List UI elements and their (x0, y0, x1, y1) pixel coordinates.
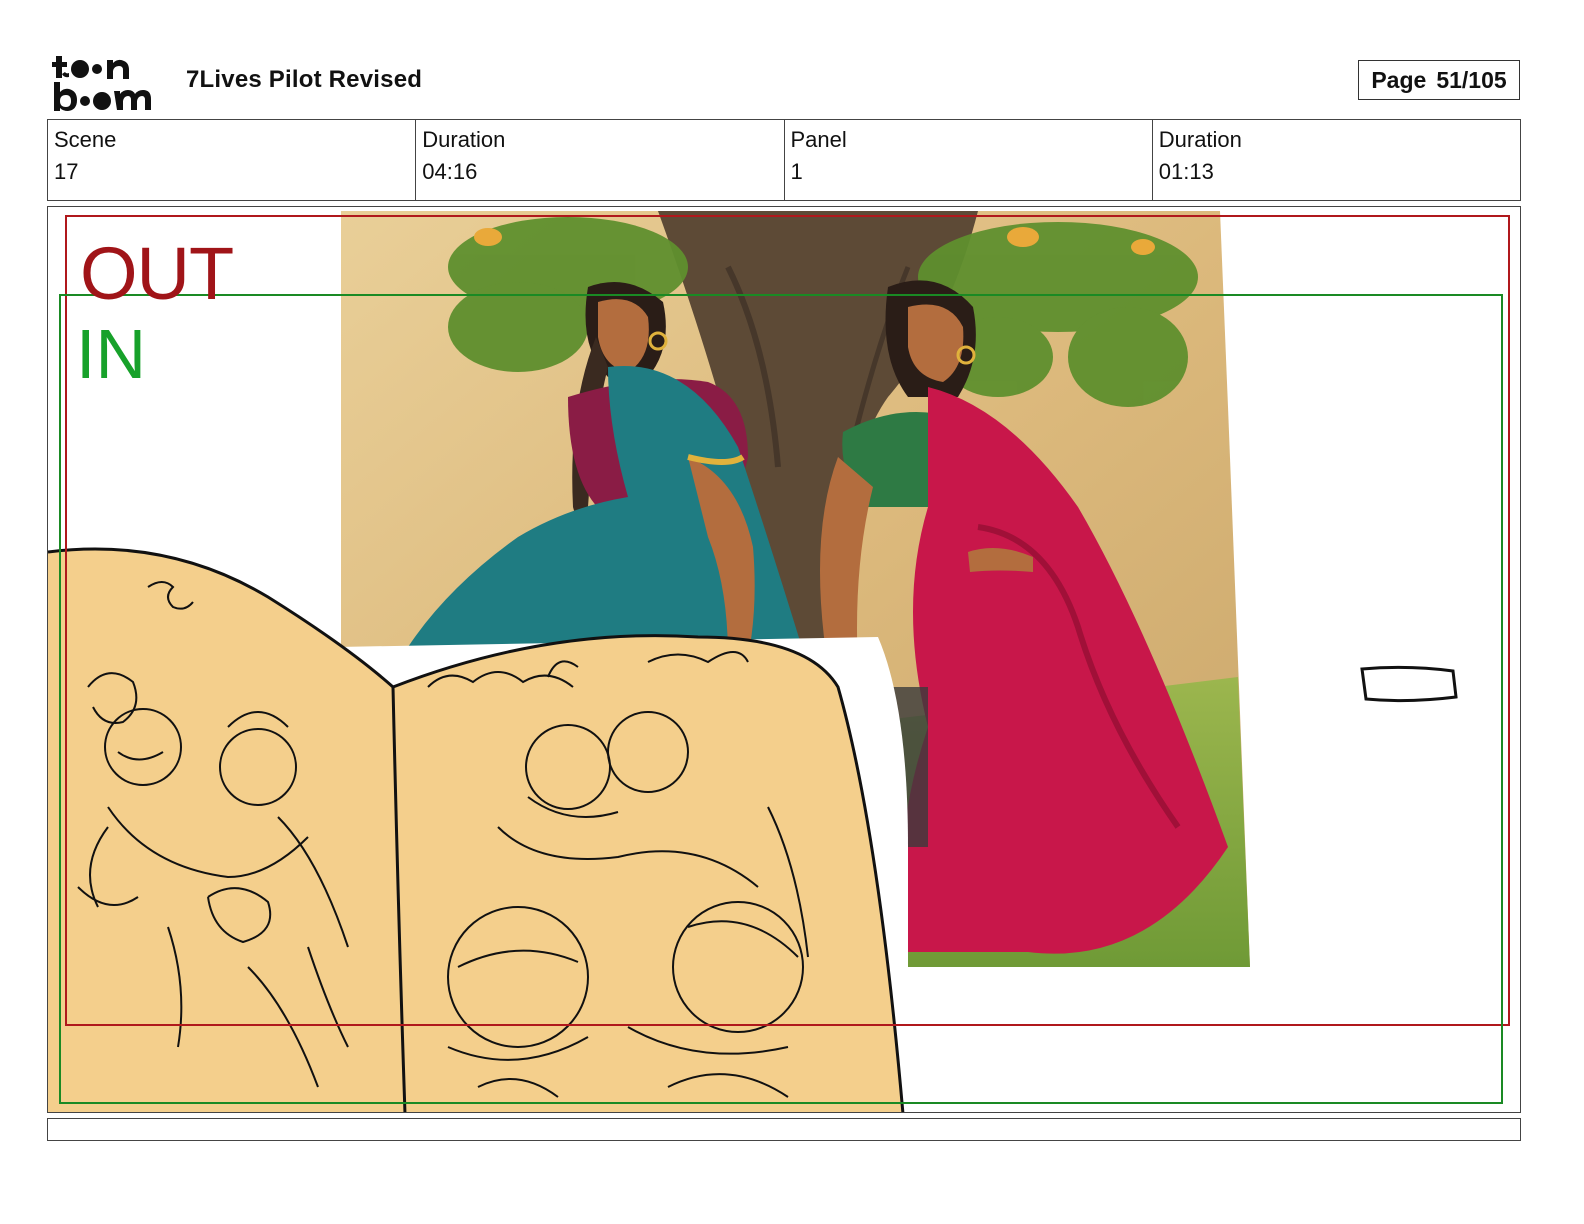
panel-duration-label: Duration (1158, 127, 1242, 152)
scene-duration-value: 04:16 (422, 159, 478, 184)
scene-info-table: Scene 17 Duration 04:16 Panel 1 Duration… (47, 119, 1521, 201)
panel-duration-cell: Duration 01:13 (1153, 120, 1520, 200)
page-number: 51/105 (1436, 66, 1507, 93)
box-sketch (1360, 665, 1458, 703)
panel-cell: Panel 1 (785, 120, 1153, 200)
scene-duration-label: Duration (422, 127, 506, 152)
page-indicator: Page 51/105 (1358, 60, 1520, 100)
panel-caption-box (47, 1118, 1521, 1141)
scene-value: 17 (54, 159, 79, 184)
page-label: Page (1371, 66, 1427, 93)
panel-label: Panel (790, 127, 847, 152)
toon-boom-logo (52, 56, 151, 111)
storyboard-panel: OUT IN (47, 206, 1521, 1113)
out-label: OUT (80, 232, 234, 315)
document-title: 7Lives Pilot Revised (186, 66, 423, 93)
scene-duration-cell: Duration 04:16 (416, 120, 785, 200)
panel-duration-value: 01:13 (1158, 159, 1214, 184)
scene-label: Scene (54, 127, 117, 152)
in-label: IN (76, 315, 146, 393)
panel-artwork (48, 211, 1510, 1112)
scene-cell: Scene 17 (48, 120, 417, 200)
panel-value: 1 (790, 159, 803, 184)
